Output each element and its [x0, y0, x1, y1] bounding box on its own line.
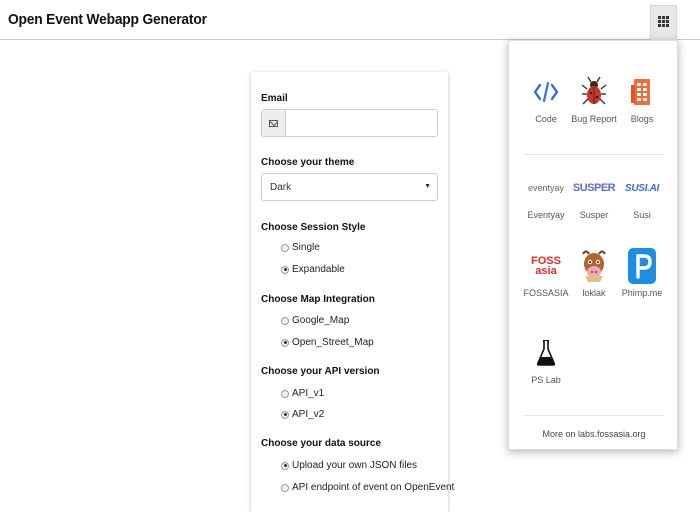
- envelope-icon: [262, 110, 286, 136]
- code-icon: [521, 75, 571, 109]
- radio-dot-checked: [281, 461, 289, 470]
- app-label: FOSSASIA: [523, 288, 569, 298]
- api-version-label: Choose your API version: [261, 366, 380, 377]
- bug-icon: [569, 75, 619, 109]
- radio-api-v1[interactable]: API_v1: [281, 388, 324, 399]
- app-label: loklak: [582, 288, 606, 298]
- email-label: Email: [261, 93, 288, 104]
- susper-logo: SUSPER: [572, 182, 616, 194]
- app-tile-pslab[interactable]: PS Lab: [521, 336, 571, 385]
- radio-label: Google_Map: [292, 315, 350, 326]
- app-label: Phimp.me: [621, 288, 663, 298]
- email-field-group: [261, 109, 438, 137]
- app-tile-blogs[interactable]: Blogs: [617, 75, 667, 124]
- app-tile-fossasia[interactable]: FOSS asia FOSSASIA: [521, 249, 571, 299]
- phimpme-icon: [617, 248, 667, 284]
- fossasia-logo: FOSS asia: [531, 255, 561, 277]
- app-tile-bug-report[interactable]: Bug Report: [569, 75, 619, 124]
- blog-icon: [617, 75, 667, 109]
- app-title: Open Event Webapp Generator: [8, 11, 207, 28]
- divider: [524, 415, 664, 416]
- radio-upload-json[interactable]: Upload your own JSON files: [281, 460, 417, 471]
- grid-icon: [658, 16, 669, 27]
- app-label: Blogs: [630, 114, 654, 124]
- radio-expandable[interactable]: Expandable: [281, 264, 345, 275]
- radio-label: API_v2: [292, 409, 325, 420]
- app-tile-phimpme[interactable]: Phimp.me: [617, 248, 667, 298]
- susi-logo: SUSI.AI: [624, 182, 660, 194]
- app-tile-code[interactable]: Code: [521, 75, 571, 124]
- radio-label: Expandable: [292, 264, 345, 275]
- app-tile-eventyay[interactable]: eventyay Eventyay: [521, 171, 571, 220]
- app-label: Eventyay: [527, 210, 565, 220]
- app-label: Code: [535, 114, 557, 124]
- map-integration-label: Choose Map Integration: [261, 294, 375, 305]
- more-apps-link[interactable]: More on labs.fossasia.org: [509, 429, 679, 439]
- data-source-label: Choose your data source: [261, 438, 382, 449]
- pslab-flask-icon: [521, 336, 571, 370]
- radio-dot: [281, 243, 289, 252]
- radio-dot-checked: [281, 410, 289, 419]
- radio-dot-checked: [281, 338, 289, 347]
- eventyay-logo: eventyay: [527, 183, 565, 193]
- radio-label: Upload your own JSON files: [292, 460, 418, 471]
- radio-label: Single: [292, 242, 320, 253]
- session-style-label: Choose Session Style: [261, 222, 366, 233]
- generator-form: Email Choose your theme Dark ▼ Choose Se…: [251, 72, 454, 512]
- app-tile-loklak[interactable]: loklak: [569, 249, 619, 298]
- app-label: Bug Report: [571, 114, 617, 124]
- top-bar: Open Event Webapp Generator: [0, 0, 700, 40]
- radio-dot: [281, 389, 289, 398]
- apps-menu-button[interactable]: [650, 5, 677, 40]
- theme-label: Choose your theme: [261, 157, 355, 168]
- radio-api-v2[interactable]: API_v2: [281, 409, 324, 420]
- theme-select[interactable]: Dark ▼: [261, 173, 438, 201]
- radio-api-endpoint[interactable]: API endpoint of event on OpenEvent: [281, 482, 454, 493]
- caret-down-icon: ▼: [424, 183, 431, 190]
- app-tile-susper[interactable]: SUSPER Susper: [569, 171, 619, 220]
- radio-label: API endpoint of event on OpenEvent: [292, 482, 455, 493]
- theme-selected-value: Dark: [270, 182, 292, 193]
- radio-dot: [281, 316, 289, 325]
- divider: [524, 154, 664, 155]
- email-field[interactable]: [286, 110, 437, 136]
- app-label: Susper: [579, 210, 609, 220]
- app-label: PS Lab: [531, 375, 561, 385]
- radio-single[interactable]: Single: [281, 242, 320, 253]
- loklak-icon: [569, 249, 619, 283]
- apps-dropdown: Code Bug Report Blogs eventyay Eventyay …: [508, 40, 678, 450]
- radio-open-street-map[interactable]: Open_Street_Map: [281, 337, 374, 348]
- radio-dot-checked: [281, 265, 289, 274]
- radio-label: API_v1: [292, 388, 325, 399]
- radio-google-map[interactable]: Google_Map: [281, 315, 349, 326]
- app-label: Susi: [633, 210, 651, 220]
- app-tile-susi[interactable]: SUSI.AI Susi: [617, 171, 667, 221]
- radio-dot: [281, 483, 289, 492]
- radio-label: Open_Street_Map: [292, 337, 374, 348]
